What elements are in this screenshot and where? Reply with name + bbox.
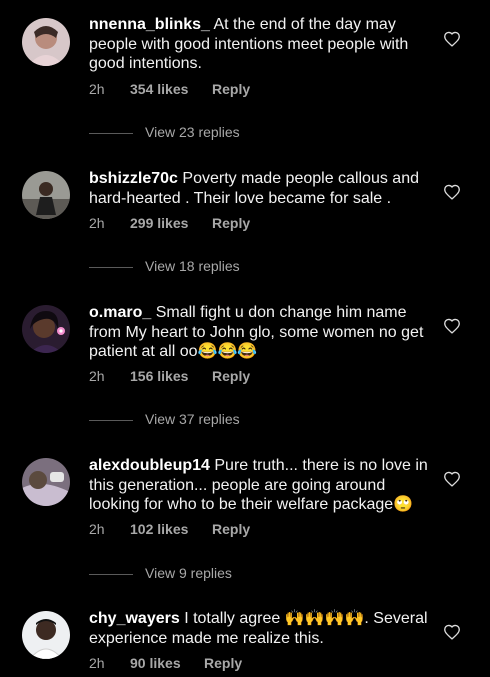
- reply-button[interactable]: Reply: [204, 655, 242, 671]
- comment-meta: 2h 102 likes Reply: [89, 521, 250, 537]
- view-replies-button[interactable]: View 9 replies: [89, 565, 289, 583]
- view-replies-label: View 23 replies: [145, 124, 240, 140]
- comment-meta: 2h 156 likes Reply: [89, 368, 250, 384]
- divider-line: [89, 267, 133, 268]
- comment-time: 2h: [89, 368, 105, 384]
- comment-likes[interactable]: 299 likes: [130, 215, 212, 231]
- comment-time: 2h: [89, 655, 105, 671]
- comment-likes[interactable]: 90 likes: [130, 655, 204, 671]
- avatar[interactable]: [22, 458, 70, 506]
- comment-body: o.maro_ Small fight u don change him nam…: [89, 303, 434, 362]
- comment-likes[interactable]: 156 likes: [130, 368, 212, 384]
- avatar[interactable]: [22, 18, 70, 66]
- view-replies-label: View 9 replies: [145, 565, 232, 581]
- comment-body: alexdoubleup14 Pure truth... there is no…: [89, 456, 434, 515]
- view-replies-button[interactable]: View 37 replies: [89, 411, 289, 429]
- divider-line: [89, 133, 133, 134]
- comment-body: chy_wayers I totally agree 🙌🙌🙌🙌. Several…: [89, 609, 434, 648]
- view-replies-label: View 18 replies: [145, 258, 240, 274]
- comment-likes[interactable]: 354 likes: [130, 81, 212, 97]
- comment-username[interactable]: nnenna_blinks_: [89, 16, 210, 33]
- avatar[interactable]: [22, 171, 70, 219]
- view-replies-button[interactable]: View 23 replies: [89, 124, 289, 142]
- comment-body: nnenna_blinks_ At the end of the day may…: [89, 15, 434, 74]
- comment-time: 2h: [89, 81, 105, 97]
- comment-meta: 2h 299 likes Reply: [89, 215, 250, 231]
- comment-time: 2h: [89, 215, 105, 231]
- divider-line: [89, 420, 133, 421]
- heart-icon[interactable]: [443, 624, 461, 640]
- divider-line: [89, 574, 133, 575]
- comment-username[interactable]: chy_wayers: [89, 610, 180, 627]
- reply-button[interactable]: Reply: [212, 368, 250, 384]
- comment-username[interactable]: alexdoubleup14: [89, 457, 210, 474]
- reply-button[interactable]: Reply: [212, 81, 250, 97]
- avatar[interactable]: [22, 305, 70, 353]
- view-replies-button[interactable]: View 18 replies: [89, 258, 289, 276]
- avatar[interactable]: [22, 611, 70, 659]
- comment-likes[interactable]: 102 likes: [130, 521, 212, 537]
- heart-icon[interactable]: [443, 31, 461, 47]
- comment-username[interactable]: bshizzle70c: [89, 170, 178, 187]
- heart-icon[interactable]: [443, 318, 461, 334]
- reply-button[interactable]: Reply: [212, 521, 250, 537]
- reply-button[interactable]: Reply: [212, 215, 250, 231]
- comment-body: bshizzle70c Poverty made people callous …: [89, 169, 434, 208]
- view-replies-label: View 37 replies: [145, 411, 240, 427]
- comment-meta: 2h 90 likes Reply: [89, 655, 242, 671]
- heart-icon[interactable]: [443, 184, 461, 200]
- comment-username[interactable]: o.maro_: [89, 304, 151, 321]
- comment-time: 2h: [89, 521, 105, 537]
- comment-meta: 2h 354 likes Reply: [89, 81, 250, 97]
- heart-icon[interactable]: [443, 471, 461, 487]
